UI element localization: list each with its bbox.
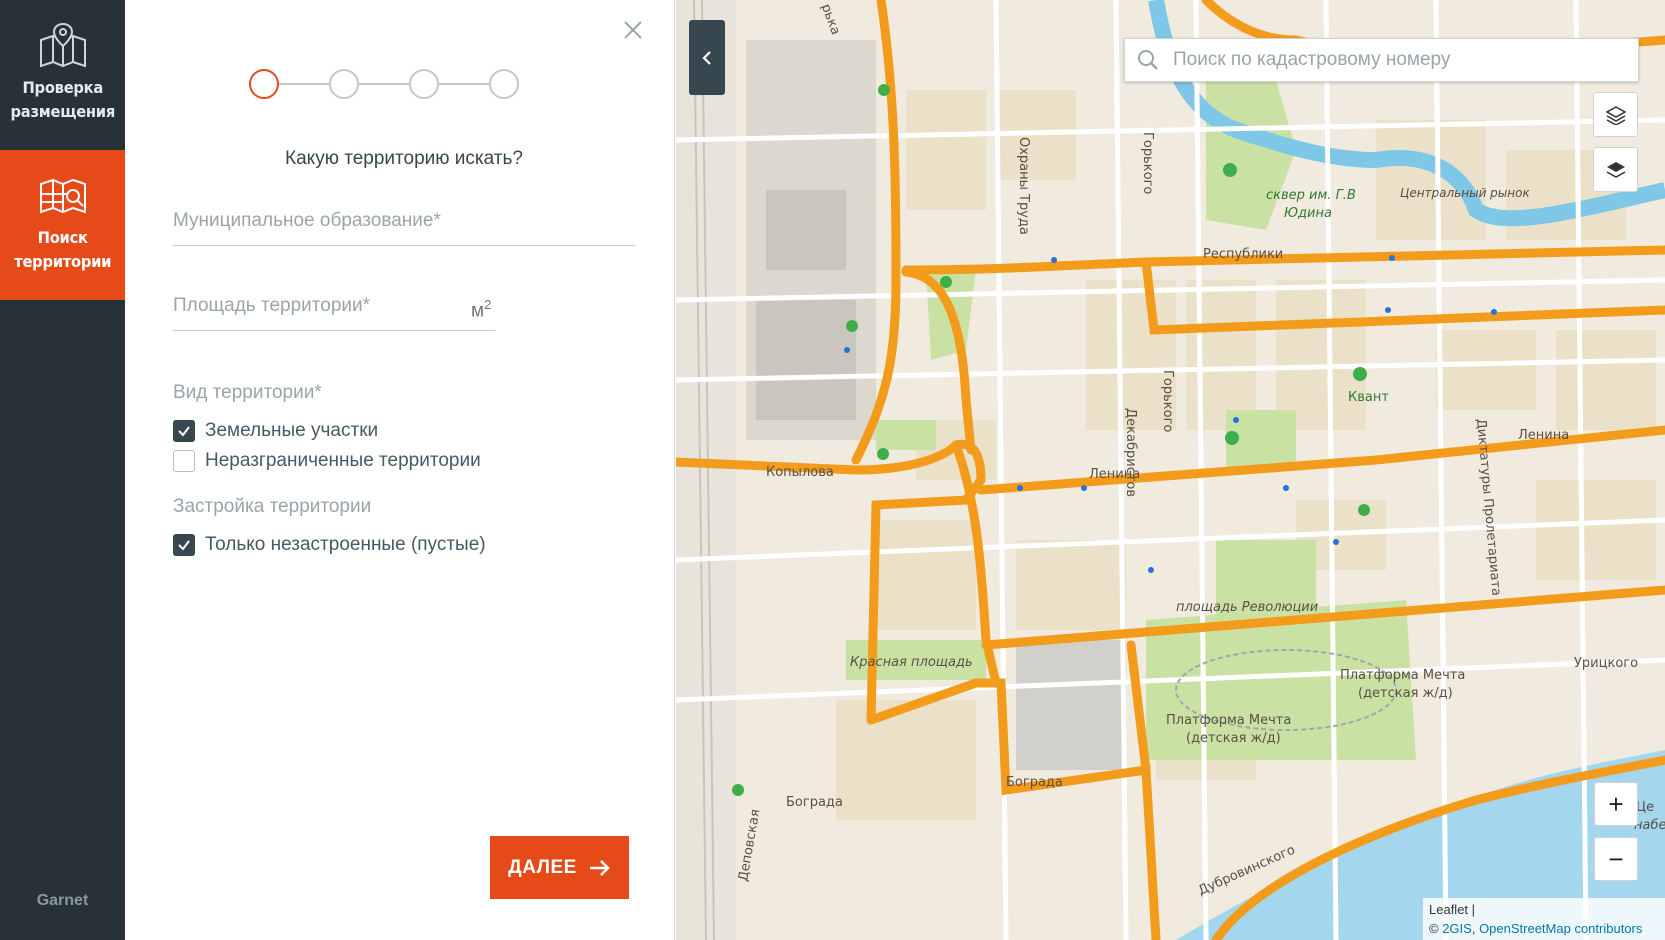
map-label-platforma-1b: (детская ж/д) bbox=[1358, 686, 1453, 701]
attribution-2gis-link[interactable]: 2GIS bbox=[1442, 921, 1472, 936]
collapse-panel-button[interactable] bbox=[689, 20, 725, 95]
map-label-kvant: Квант bbox=[1348, 390, 1389, 405]
map-label-lenina-east: Ленина bbox=[1518, 428, 1570, 443]
map-search-icon bbox=[39, 178, 86, 214]
sidebar-item-label: Поиск территории bbox=[14, 228, 111, 271]
map-label-dekabristov: Декабристов bbox=[1123, 408, 1138, 498]
attribution-leaflet[interactable]: Leaflet | bbox=[1429, 902, 1475, 917]
check-icon bbox=[178, 426, 190, 437]
checkbox-undeveloped-only[interactable]: Только незастроенные (пустые) bbox=[173, 534, 486, 556]
map-label-platforma-1: Платформа Мечта bbox=[1340, 668, 1466, 683]
attribution-osm-link[interactable]: OpenStreetMap contributors bbox=[1479, 921, 1642, 936]
cadastral-search-box bbox=[1124, 38, 1639, 82]
territory-type-title: Вид территории* bbox=[173, 382, 322, 403]
search-icon bbox=[1138, 50, 1158, 70]
step-4 bbox=[489, 69, 519, 99]
area-field bbox=[173, 289, 495, 331]
chevron-left-icon bbox=[702, 50, 711, 65]
map-label-bograda-west: Бограда bbox=[786, 795, 843, 810]
cadastral-search-input[interactable] bbox=[1173, 49, 1638, 71]
zoom-in-button[interactable]: + bbox=[1594, 782, 1638, 826]
map-label-yudina: Юдина bbox=[1284, 206, 1332, 221]
layers-button-1[interactable] bbox=[1593, 92, 1638, 137]
step-1 bbox=[249, 69, 279, 99]
map-label-gorkogo-north: Горького bbox=[1140, 132, 1155, 195]
map-label-central-market: Центральный рынок bbox=[1400, 186, 1530, 200]
checkbox-checked[interactable] bbox=[173, 420, 195, 442]
form-question: Какую территорию искать? bbox=[285, 148, 523, 169]
next-button[interactable]: ДАЛЕЕ bbox=[490, 836, 629, 899]
map-label-red-square: Красная площадь bbox=[850, 655, 973, 670]
layers-alt-icon bbox=[1606, 161, 1625, 178]
map-label-skver: сквер им. Г.В bbox=[1266, 188, 1356, 203]
map-label-platforma-2b: (детская ж/д) bbox=[1186, 731, 1281, 746]
step-connector bbox=[279, 83, 329, 85]
layers-button-2[interactable] bbox=[1593, 147, 1638, 192]
close-icon[interactable] bbox=[621, 18, 645, 42]
step-2 bbox=[329, 69, 359, 99]
checkbox-unchecked[interactable] bbox=[173, 450, 195, 472]
checkbox-label: Только незастроенные (пустые) bbox=[205, 534, 486, 555]
step-connector bbox=[439, 83, 489, 85]
area-unit: м2 bbox=[471, 297, 491, 322]
unit-text: м bbox=[471, 300, 485, 322]
map-label-ce: Це bbox=[1636, 800, 1655, 815]
map-label-revolution-square: площадь Революции bbox=[1176, 600, 1319, 615]
step-connector bbox=[359, 83, 409, 85]
attribution-sep: , bbox=[1471, 921, 1480, 936]
map-label-respubliki: Республики bbox=[1203, 247, 1284, 262]
sidebar-item-label: Проверка размещения bbox=[10, 78, 115, 121]
map-label-gorkogo-south: Горького bbox=[1160, 370, 1175, 433]
checkbox-label: Земельные участки bbox=[205, 420, 379, 441]
area-input[interactable] bbox=[173, 289, 495, 323]
map-label-bograda-east: Бограда bbox=[1006, 775, 1063, 790]
step-indicator bbox=[249, 68, 519, 100]
next-button-label: ДАЛЕЕ bbox=[508, 856, 577, 878]
step-3 bbox=[409, 69, 439, 99]
map-attribution: Leaflet | © 2GIS, OpenStreetMap contribu… bbox=[1423, 898, 1665, 940]
map-label-ohrany-truda: Охраны Труда bbox=[1016, 137, 1031, 235]
checkbox-label: Неразграниченные территории bbox=[205, 450, 481, 471]
municipality-field bbox=[173, 204, 635, 246]
checkbox-land-plots[interactable]: Земельные участки bbox=[173, 420, 378, 442]
sidebar-item-territory-search[interactable]: Поиск территории bbox=[0, 150, 125, 300]
unit-superscript: 2 bbox=[484, 297, 492, 312]
map-pin-grid-icon bbox=[39, 22, 86, 68]
map-view[interactable]: Республики Ленина Ленина Копылова площад… bbox=[676, 0, 1665, 940]
attribution-prefix: © bbox=[1429, 921, 1443, 936]
arrow-right-icon bbox=[589, 859, 610, 876]
checkbox-checked[interactable] bbox=[173, 534, 195, 556]
map-label-platforma-2: Платформа Мечта bbox=[1166, 713, 1292, 728]
checkbox-undelimited[interactable]: Неразграниченные территории bbox=[173, 450, 481, 472]
sidebar: Проверка размещения Поиск территории Gar… bbox=[0, 0, 125, 940]
map-label-uritskogo: Урицкого bbox=[1574, 656, 1639, 671]
sidebar-item-placement-check[interactable]: Проверка размещения bbox=[0, 0, 125, 150]
development-title: Застройка территории bbox=[173, 496, 372, 517]
brand-logo: Garnet bbox=[36, 892, 89, 909]
layers-icon bbox=[1604, 105, 1627, 125]
check-icon bbox=[178, 540, 190, 551]
map-label-kopylova: Копылова bbox=[766, 465, 834, 480]
zoom-out-button[interactable]: − bbox=[1594, 837, 1638, 881]
municipality-input[interactable] bbox=[173, 204, 635, 238]
map-label-nab: набе bbox=[1634, 818, 1665, 833]
